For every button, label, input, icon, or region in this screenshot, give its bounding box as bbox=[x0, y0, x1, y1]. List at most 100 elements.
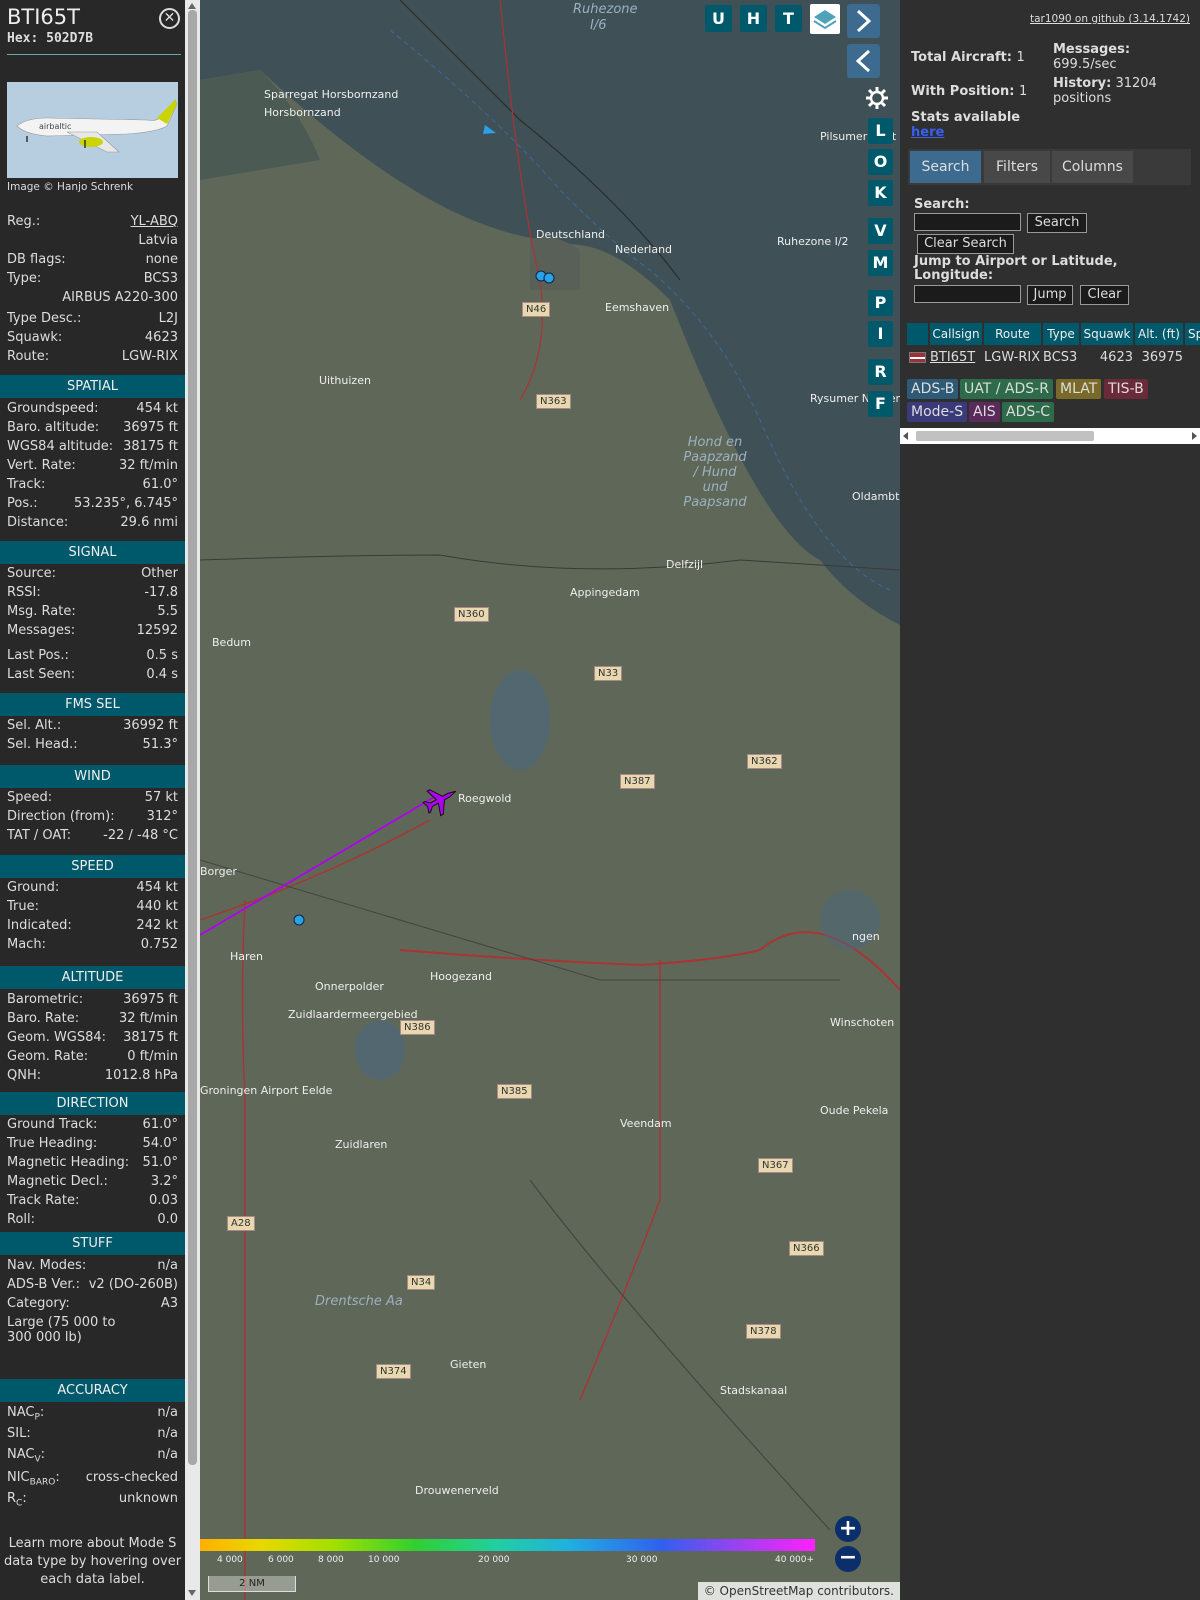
section-header-wind[interactable]: WIND bbox=[0, 765, 185, 788]
collapse-sidebar-button[interactable] bbox=[847, 44, 880, 78]
map-button-h[interactable]: H bbox=[740, 5, 767, 32]
map-button-v[interactable]: V bbox=[868, 218, 893, 244]
row-squawk: 4623 bbox=[1099, 350, 1133, 365]
section-header-spatial[interactable]: SPATIAL bbox=[0, 375, 185, 398]
tab-search[interactable]: Search bbox=[910, 151, 981, 183]
scroll-down-arrow-icon[interactable] bbox=[188, 1590, 196, 1596]
label-subscript: V bbox=[34, 1454, 41, 1465]
map-button-f[interactable]: F bbox=[868, 391, 893, 417]
github-link[interactable]: tar1090 on github (3.14.1742) bbox=[1030, 13, 1190, 25]
road-label: N385 bbox=[497, 1084, 532, 1099]
map-button-o[interactable]: O bbox=[868, 149, 893, 175]
info-label: Type Desc.: bbox=[7, 311, 82, 326]
section-header-altitude[interactable]: ALTITUDE bbox=[0, 966, 185, 989]
info-label: Magnetic Decl.: bbox=[7, 1174, 108, 1189]
info-label: Track Rate: bbox=[7, 1193, 80, 1208]
close-icon[interactable]: ✕ bbox=[159, 8, 180, 29]
map-place-label: Veendam bbox=[620, 1117, 672, 1130]
stuff-row: ADS-B Ver.: v2 (DO-260B) bbox=[7, 1277, 178, 1296]
scroll-left-arrow-icon[interactable] bbox=[903, 432, 908, 440]
zoom-out-button[interactable]: − bbox=[835, 1546, 861, 1572]
sidebar-scrollbar[interactable] bbox=[185, 0, 200, 1600]
search-button[interactable]: Search bbox=[1027, 213, 1087, 233]
map-button-t[interactable]: T bbox=[775, 5, 802, 32]
column-header-callsign[interactable]: Callsign bbox=[930, 323, 982, 345]
column-header-altitude[interactable]: Alt. (ft) bbox=[1135, 323, 1183, 345]
info-value: 53.235°, 6.745° bbox=[74, 496, 178, 511]
map-button-k[interactable]: K bbox=[868, 180, 893, 206]
search-input[interactable] bbox=[914, 213, 1021, 231]
section-header-stuff[interactable]: STUFF bbox=[0, 1232, 185, 1255]
clear-search-button[interactable]: Clear Search bbox=[917, 234, 1014, 254]
map-button-p[interactable]: P bbox=[868, 290, 893, 316]
stats-link[interactable]: here bbox=[911, 125, 1020, 140]
tab-columns[interactable]: Columns bbox=[1052, 151, 1133, 183]
info-row: Type: BCS3 bbox=[7, 271, 178, 290]
aircraft-hex: Hex: 502D7B bbox=[7, 31, 94, 46]
info-label: NICBARO: bbox=[7, 1470, 60, 1488]
info-value: A3 bbox=[160, 1296, 178, 1311]
map-button-i[interactable]: I bbox=[868, 321, 893, 347]
clear-button[interactable]: Clear bbox=[1080, 285, 1129, 305]
info-label: Pos.: bbox=[7, 496, 38, 511]
info-value: 36975 ft bbox=[123, 992, 178, 1007]
column-header-squawk[interactable]: Squawk bbox=[1081, 323, 1133, 345]
section-header-fms[interactable]: FMS SEL bbox=[0, 693, 185, 716]
expand-sidebar-button[interactable] bbox=[847, 4, 880, 38]
map-button-r[interactable]: R bbox=[868, 359, 893, 385]
section-header-direction[interactable]: DIRECTION bbox=[0, 1092, 185, 1115]
gear-icon bbox=[866, 87, 888, 109]
signal-row: Source: Other bbox=[7, 566, 178, 585]
direction-row: Magnetic Heading: 51.0° bbox=[7, 1155, 178, 1174]
info-label: Speed: bbox=[7, 790, 53, 805]
help-line-1: Learn more about Mode S bbox=[8, 1536, 177, 1551]
info-value: 29.6 nmi bbox=[120, 515, 178, 530]
aircraft-list-panel: tar1090 on github (3.14.1742) Total Airc… bbox=[900, 0, 1200, 1600]
row-callsign[interactable]: BTI65T bbox=[930, 350, 975, 365]
info-label: Track: bbox=[7, 477, 46, 492]
section-header-speed[interactable]: SPEED bbox=[0, 855, 185, 878]
info-label: True Heading: bbox=[7, 1136, 98, 1151]
table-horizontal-scrollbar[interactable] bbox=[900, 428, 1200, 444]
aircraft-photo[interactable]: airbaltic bbox=[7, 82, 178, 178]
info-label: Groundspeed: bbox=[7, 401, 99, 416]
section-header-accuracy[interactable]: ACCURACY bbox=[0, 1379, 185, 1402]
column-header-speed[interactable]: Sp bbox=[1185, 323, 1200, 345]
column-header-type[interactable]: Type bbox=[1043, 323, 1079, 345]
info-value: n/a bbox=[157, 1405, 178, 1420]
chevron-left-icon bbox=[855, 49, 871, 73]
info-label: Mach: bbox=[7, 937, 46, 952]
settings-button[interactable] bbox=[864, 85, 890, 111]
section-header-signal[interactable]: SIGNAL bbox=[0, 541, 185, 564]
info-value: 54.0° bbox=[142, 1136, 178, 1151]
info-label: TAT / OAT: bbox=[7, 828, 72, 843]
messages-stat: Messages: 699.5/sec bbox=[1053, 42, 1130, 72]
jump-input[interactable] bbox=[914, 285, 1021, 303]
signal-row: Msg. Rate: 5.5 bbox=[7, 604, 178, 623]
plus-icon: + bbox=[838, 1516, 858, 1541]
scrollbar-thumb[interactable] bbox=[188, 10, 197, 1465]
column-header-route[interactable]: Route bbox=[984, 323, 1041, 345]
source-legend-mode-s: Mode-S bbox=[907, 402, 968, 422]
info-value: 440 kt bbox=[136, 899, 178, 914]
map-attribution[interactable]: © OpenStreetMap contributors. bbox=[697, 1582, 900, 1600]
map-place-label: Eemshaven bbox=[605, 301, 670, 314]
table-row[interactable]: BTI65T LGW-RIX BCS3 4623 36975 bbox=[907, 347, 1200, 369]
layers-button[interactable] bbox=[810, 4, 840, 34]
tab-filters[interactable]: Filters bbox=[984, 151, 1050, 183]
info-value[interactable]: YL-ABQ bbox=[131, 214, 178, 229]
info-label: ADS-B Ver.: bbox=[7, 1277, 80, 1292]
map-view[interactable]: Ruhezone I/6 Sparregat Horsbornzand Horsbor… bbox=[200, 0, 900, 1600]
map-place-label: Onnerpolder bbox=[315, 980, 384, 993]
map-button-m[interactable]: M bbox=[868, 250, 893, 276]
jump-button[interactable]: Jump bbox=[1027, 285, 1073, 305]
scroll-right-arrow-icon[interactable] bbox=[1192, 432, 1197, 440]
mode-s-help-text: Learn more about Mode S data type by hov… bbox=[0, 1535, 185, 1589]
label-main: NAC bbox=[7, 1447, 35, 1462]
zoom-in-button[interactable]: + bbox=[835, 1516, 861, 1542]
scrollbar-thumb[interactable] bbox=[916, 431, 1094, 441]
road-label: N46 bbox=[522, 302, 551, 317]
map-button-l[interactable]: L bbox=[868, 118, 893, 144]
map-button-u[interactable]: U bbox=[705, 5, 732, 32]
scroll-up-arrow-icon[interactable] bbox=[188, 3, 196, 9]
